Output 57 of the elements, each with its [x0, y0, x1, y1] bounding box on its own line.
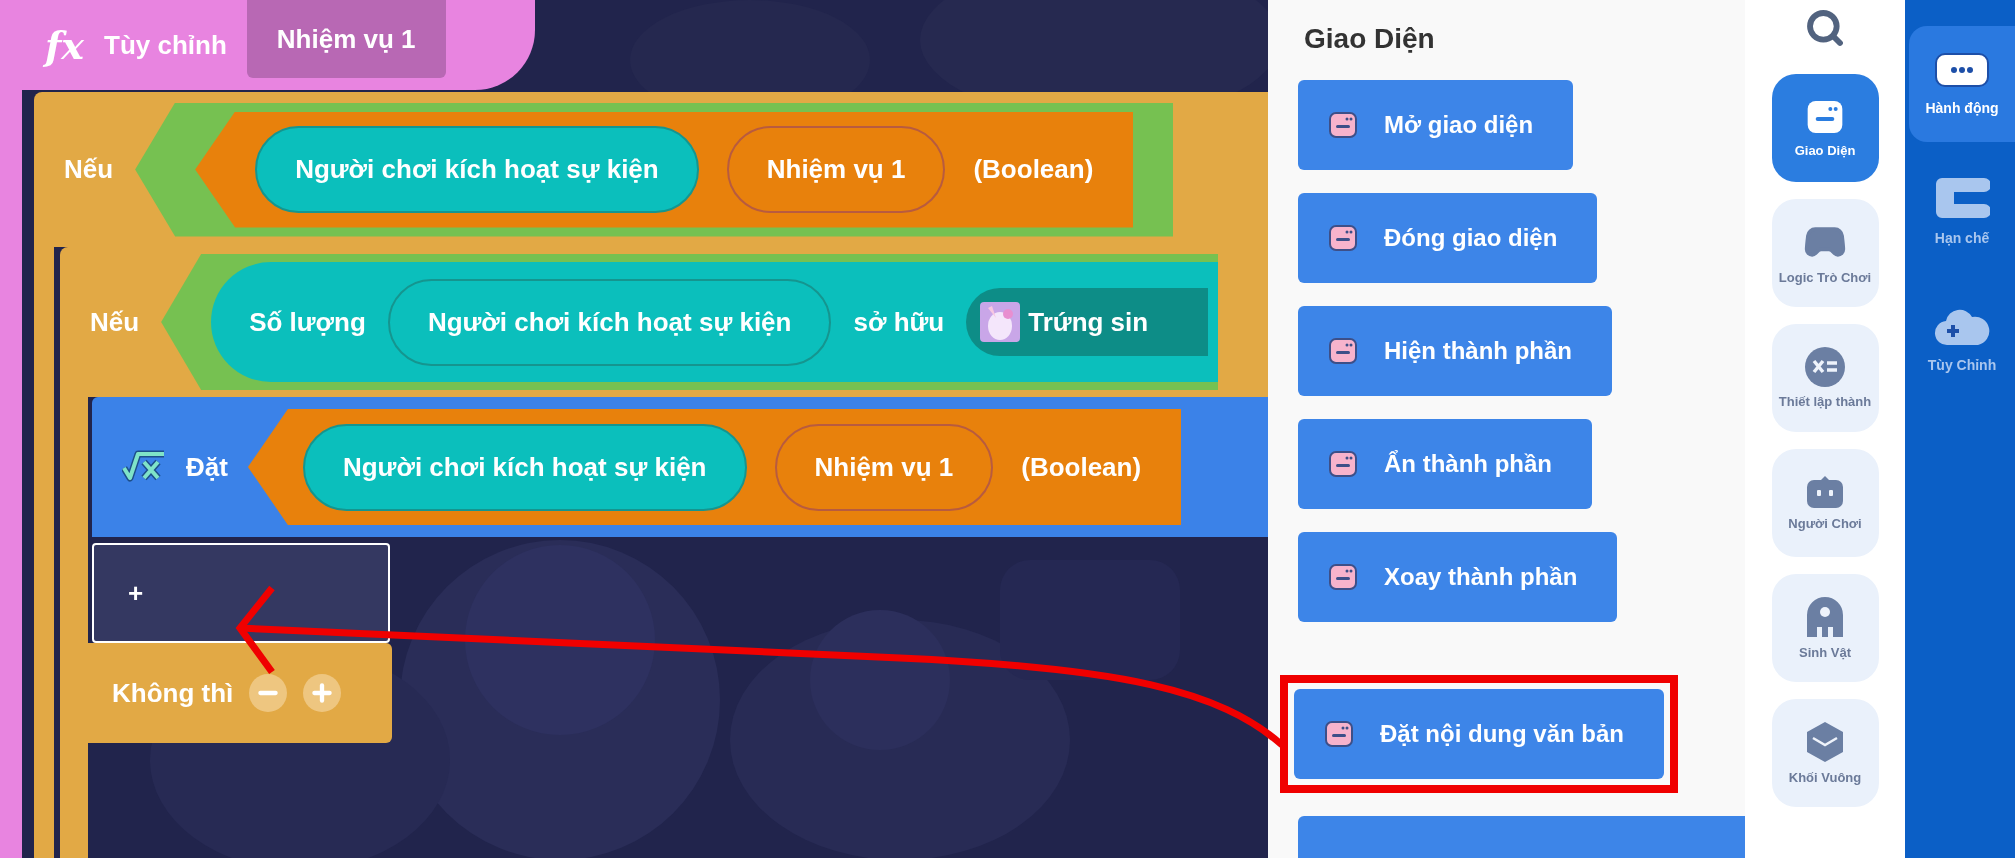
- block-button[interactable]: Ẩn thành phần: [1298, 419, 1592, 509]
- sidebar-label: Hành động: [1925, 98, 1999, 118]
- category-label: Khối Vuông: [1787, 769, 1863, 787]
- category-label: Sinh Vật: [1798, 644, 1852, 662]
- function-label: fx: [45, 21, 84, 70]
- player-reporter: Người chơi kích hoạt sự kiện: [255, 126, 699, 213]
- set-keyword: Đặt: [186, 450, 228, 484]
- window-icon: [1328, 562, 1358, 592]
- math-icon: [1804, 345, 1846, 388]
- egg-icon: [980, 302, 1021, 342]
- block-button[interactable]: Đặt nội dung văn bản: [1294, 689, 1664, 779]
- if-keyword: Nếu: [90, 305, 140, 339]
- block-button[interactable]: Mở giao diện: [1298, 80, 1574, 170]
- category-tab[interactable]: Khối Vuông: [1771, 699, 1879, 807]
- sidebar-label: Tùy Chỉnh: [1927, 355, 1997, 375]
- script-label: Tùy chỉnh: [104, 28, 227, 62]
- item-reporter: Trứng sin: [966, 288, 1209, 356]
- variable-icon: [122, 450, 166, 484]
- cube-icon: [1805, 719, 1845, 764]
- window-icon: [1328, 336, 1358, 366]
- window-icon: [1328, 449, 1358, 479]
- ghost-icon: [1805, 594, 1845, 639]
- window-icon: [1328, 223, 1358, 253]
- category-tab[interactable]: Logic Trò Chơi: [1771, 199, 1879, 307]
- category-tab[interactable]: Người Chơi: [1771, 449, 1879, 557]
- bracket-block-icon: [1934, 175, 1990, 220]
- if-keyword: Nếu: [64, 153, 114, 186]
- owns-label: sở hữu: [853, 305, 945, 339]
- category-tab[interactable]: Thiết lập thành: [1771, 324, 1879, 432]
- sidebar-label: Hạn chế: [1934, 228, 1990, 248]
- category-label: Người Chơi: [1787, 515, 1863, 533]
- variable-reporter: Nhiệm vụ 1: [726, 126, 946, 213]
- type-label: (Boolean): [1021, 450, 1142, 484]
- category-tab[interactable]: Giao Diện: [1771, 74, 1879, 182]
- add-block-slot[interactable]: +: [92, 543, 390, 643]
- category-label: Logic Trò Chơi: [1777, 269, 1873, 287]
- count-label: Số lượng: [249, 305, 366, 339]
- player-reporter: Người chơi kích hoạt sự kiện: [387, 278, 832, 366]
- script-name[interactable]: Nhiệm vụ 1: [246, 0, 446, 78]
- variable-reporter: Nhiệm vụ 1: [774, 423, 994, 511]
- panel-title: Giao Diện: [1303, 22, 1436, 56]
- block-button[interactable]: Hiện thành phần: [1298, 306, 1612, 396]
- else-keyword: Không thì: [112, 676, 234, 710]
- type-label: (Boolean): [973, 153, 1094, 186]
- category-label: Thiết lập thành: [1777, 393, 1873, 411]
- category-label: Giao Diện: [1793, 142, 1857, 160]
- robot-icon: [1805, 473, 1845, 510]
- block-button[interactable]: Xoay thành phần: [1298, 532, 1618, 622]
- search-icon[interactable]: [1805, 8, 1845, 48]
- sidebar-tab[interactable]: Tùy Chỉnh: [1909, 282, 2015, 398]
- category-tab[interactable]: Sinh Vật: [1771, 574, 1879, 682]
- window-icon: [1324, 719, 1354, 749]
- player-reporter: Người chơi kích hoạt sự kiện: [302, 423, 747, 511]
- window-icon: [1328, 110, 1358, 140]
- sidebar-tab[interactable]: Hành động: [1909, 26, 2015, 142]
- sidebar-tab[interactable]: Hạn chế: [1909, 154, 2015, 270]
- block-button[interactable]: Đóng giao diện: [1298, 193, 1598, 283]
